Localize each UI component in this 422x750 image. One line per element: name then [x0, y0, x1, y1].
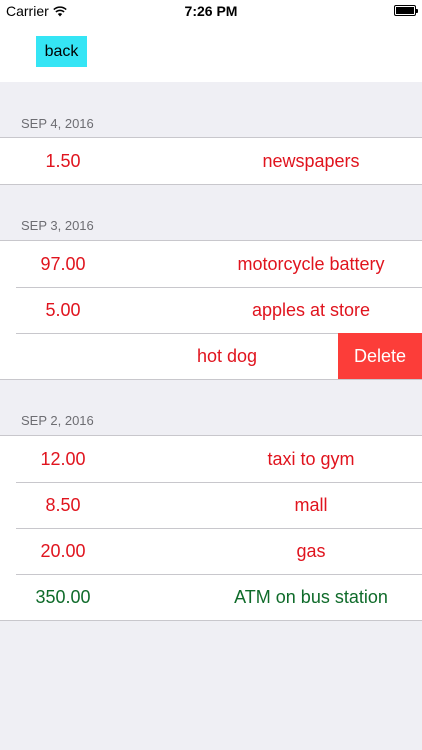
- table-row[interactable]: 350.00 ATM on bus station: [0, 574, 422, 620]
- row-amount: 350.00: [35, 587, 91, 607]
- battery-icon: [394, 5, 418, 16]
- table-row[interactable]: 5.00 apples at store: [0, 287, 422, 333]
- section-header-date: SEP 4, 2016: [21, 116, 94, 131]
- section-group: 97.00 motorcycle battery 5.00 apples at …: [0, 240, 422, 380]
- table-row[interactable]: 97.00 motorcycle battery: [0, 241, 422, 287]
- section-group: 12.00 taxi to gym 8.50 mall 20.00 gas 35…: [0, 435, 422, 621]
- back-button[interactable]: back: [36, 36, 87, 67]
- row-description: motorcycle battery: [237, 254, 385, 274]
- row-description: apples at store: [251, 300, 371, 320]
- table-row-swiped[interactable]: hot dog Delete: [0, 333, 422, 379]
- section-group: 1.50 newspapers: [0, 137, 422, 185]
- row-amount: 1.50: [45, 151, 81, 171]
- table-row[interactable]: 1.50 newspapers: [0, 138, 422, 184]
- nav-bar: back: [0, 22, 422, 82]
- status-bar: Carrier 7:26 PM: [0, 0, 422, 22]
- row-description: ATM on bus station: [234, 587, 388, 607]
- status-time: 7:26 PM: [184, 3, 238, 19]
- section-header-date: SEP 3, 2016: [21, 218, 94, 233]
- row-amount: 5.00: [45, 300, 81, 320]
- row-amount: 97.00: [40, 254, 86, 274]
- row-description: gas: [296, 541, 326, 561]
- table-row[interactable]: 8.50 mall: [0, 482, 422, 528]
- row-description: mall: [294, 495, 328, 515]
- row-description: taxi to gym: [267, 449, 355, 469]
- table-row[interactable]: 20.00 gas: [0, 528, 422, 574]
- table-row[interactable]: 12.00 taxi to gym: [0, 436, 422, 482]
- row-amount: 12.00: [40, 449, 86, 469]
- section-header-date: SEP 2, 2016: [21, 413, 94, 428]
- row-description: hot dog: [196, 346, 258, 366]
- row-amount: 8.50: [45, 495, 81, 515]
- delete-button[interactable]: Delete: [338, 333, 422, 379]
- row-description: newspapers: [262, 151, 360, 171]
- row-amount: 20.00: [40, 541, 86, 561]
